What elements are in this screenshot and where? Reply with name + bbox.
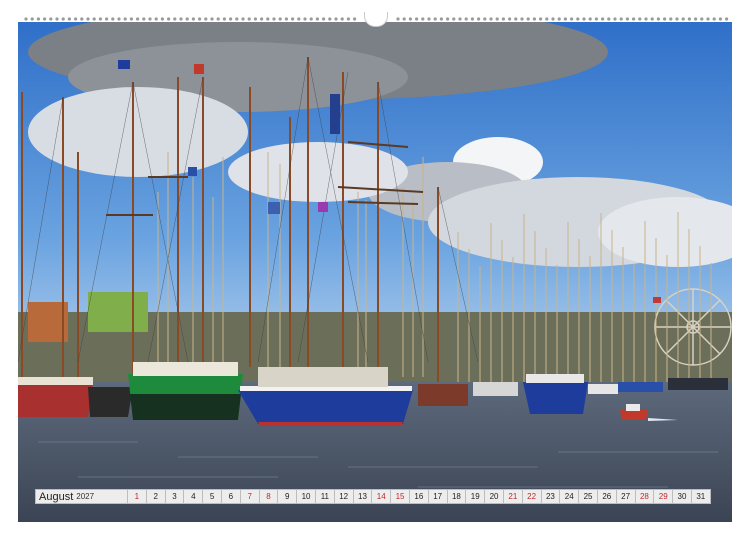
day-cell: 4 bbox=[184, 489, 204, 504]
ship-small-blue bbox=[523, 374, 588, 414]
day-cell: 29 bbox=[654, 489, 674, 504]
day-cell: 7 bbox=[240, 489, 260, 504]
day-cell: 12 bbox=[334, 489, 354, 504]
day-cell: 17 bbox=[428, 489, 448, 504]
day-cell: 14 bbox=[372, 489, 392, 504]
day-cell: 8 bbox=[259, 489, 279, 504]
calendar-page: August 2027 1 2 3 4 5 6 7 8 9 10 11 12 13 14 15 16 17 18 1… bbox=[0, 0, 750, 540]
day-cell: 2 bbox=[146, 489, 166, 504]
day-cell: 9 bbox=[278, 489, 298, 504]
day-cell: 24 bbox=[560, 489, 580, 504]
day-cell: 3 bbox=[165, 489, 185, 504]
ship-red bbox=[18, 377, 93, 417]
year-label: 2027 bbox=[76, 492, 95, 501]
day-cell: 22 bbox=[522, 489, 542, 504]
day-cell: 27 bbox=[616, 489, 636, 504]
day-cell: 25 bbox=[579, 489, 598, 504]
day-cells: 1 2 3 4 5 6 7 8 9 10 11 12 13 14 15 16 17 18 19 20 21 22 23 24 2… bbox=[128, 489, 711, 504]
day-cell: 28 bbox=[635, 489, 655, 504]
harbor-photo bbox=[18, 22, 732, 522]
day-cell: 6 bbox=[221, 489, 241, 504]
day-cell: 23 bbox=[541, 489, 561, 504]
month-name: August bbox=[39, 490, 74, 503]
day-cell: 20 bbox=[485, 489, 504, 504]
day-cell: 26 bbox=[597, 489, 617, 504]
day-cell: 15 bbox=[391, 489, 410, 504]
day-cell: 19 bbox=[466, 489, 486, 504]
ship-green bbox=[128, 362, 243, 420]
day-cell: 10 bbox=[297, 489, 316, 504]
day-cell: 18 bbox=[447, 489, 467, 504]
day-cell: 30 bbox=[673, 489, 692, 504]
day-cell: 13 bbox=[353, 489, 373, 504]
calendar-strip: August 2027 1 2 3 4 5 6 7 8 9 10 11 12 13 14 15 16 17 18 1… bbox=[35, 489, 711, 504]
day-cell: 1 bbox=[128, 489, 147, 504]
day-cell: 16 bbox=[409, 489, 429, 504]
ship-dark bbox=[88, 387, 133, 417]
ship-blue bbox=[238, 367, 413, 426]
day-cell: 11 bbox=[315, 489, 335, 504]
ferris-wheel bbox=[654, 288, 732, 366]
day-cell: 5 bbox=[203, 489, 222, 504]
month-label: August 2027 bbox=[35, 489, 128, 504]
day-cell: 31 bbox=[691, 489, 711, 504]
day-cell: 21 bbox=[503, 489, 523, 504]
